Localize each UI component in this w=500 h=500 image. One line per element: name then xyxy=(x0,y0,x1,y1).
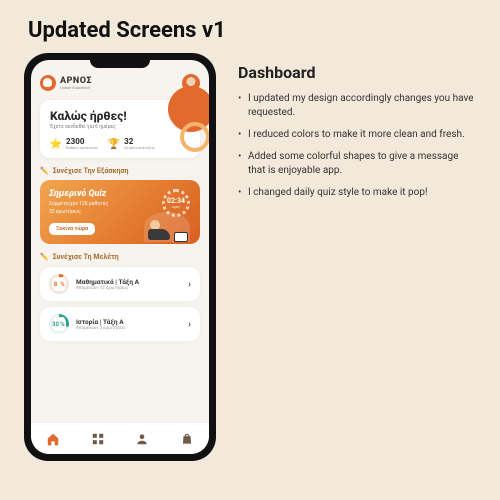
layout: ΑΡΝΟΣ Online Education Καλώς ήρθες! Έχετ… xyxy=(0,53,500,461)
screen-body: ΑΡΝΟΣ Online Education Καλώς ήρθες! Έχετ… xyxy=(31,60,209,422)
study-item-title: Μαθηματικά | Τάξη Α xyxy=(76,278,181,286)
welcome-stats: ⭐ 2300 Βαθμοί εμπειρίας 🏆 32 Σειρά κατάτ… xyxy=(50,138,190,150)
note-item: I changed daily quiz style to make it po… xyxy=(238,186,476,200)
trophy-icon: 🏆 xyxy=(108,138,120,150)
chevron-right-icon: › xyxy=(188,279,191,290)
practice-heading-label: Συνέχισε Την Εξάσκηση xyxy=(53,167,129,175)
quiz-card[interactable]: 02:34 ωρες Σημερινό Quiz Συμμετείχαν 120… xyxy=(40,180,200,244)
study-item-title: Ιστορία | Τάξη Α xyxy=(76,318,181,326)
phone-screen: ΑΡΝΟΣ Online Education Καλώς ήρθες! Έχετ… xyxy=(31,60,209,454)
stat-points-label: Βαθμοί εμπειρίας xyxy=(66,146,98,150)
stat-rank: 🏆 32 Σειρά κατάταξης xyxy=(108,138,155,150)
study-item-sub: Απομένουν 12 ερωτήσεις xyxy=(76,286,181,291)
notes-list: I updated my design accordingly changes … xyxy=(238,92,476,200)
brand: ΑΡΝΟΣ Online Education xyxy=(40,75,92,91)
note-item: Added some colorful shapes to give a mes… xyxy=(238,150,476,178)
app-header: ΑΡΝΟΣ Online Education xyxy=(40,74,200,92)
welcome-subtitle: Έχετε συνδεθεί για 6 ημέρες xyxy=(50,124,190,130)
quiz-line-1: Συμμετείχαν 120 μαθητές xyxy=(49,201,191,207)
study-item-sub: Απομένουν 5 ερωτήσεις xyxy=(76,326,181,331)
tab-bar xyxy=(31,422,209,454)
tab-profile[interactable] xyxy=(134,431,150,447)
quiz-illustration xyxy=(144,212,190,242)
tab-grid[interactable] xyxy=(90,431,106,447)
stat-points: ⭐ 2300 Βαθμοί εμπειρίας xyxy=(50,138,98,150)
star-icon: ⭐ xyxy=(50,138,62,150)
tab-bag[interactable] xyxy=(179,431,195,447)
brand-logo-icon xyxy=(40,75,56,91)
phone-frame: ΑΡΝΟΣ Online Education Καλώς ήρθες! Έχετ… xyxy=(24,53,216,461)
study-heading: ✏️ Συνέχισε Τη Μελέτη xyxy=(40,253,200,261)
study-item-math[interactable]: 8% Μαθηματικά | Τάξη Α Απομένουν 12 ερωτ… xyxy=(40,267,200,301)
tab-home[interactable] xyxy=(45,431,61,447)
chevron-right-icon: › xyxy=(188,319,191,330)
note-item: I reduced colors to make it more clean a… xyxy=(238,128,476,142)
brand-subtitle: Online Education xyxy=(60,86,92,90)
progress-ring: 30% xyxy=(49,314,69,334)
pencil-icon: ✏️ xyxy=(40,253,49,261)
decorative-ring-icon xyxy=(180,122,209,152)
study-item-history[interactable]: 30% Ιστορία | Τάξη Α Απομένουν 5 ερωτήσε… xyxy=(40,307,200,341)
practice-heading: ✏️ Συνέχισε Την Εξάσκηση xyxy=(40,167,200,175)
note-item: I updated my design accordingly changes … xyxy=(238,92,476,120)
notes-column: Dashboard I updated my design accordingl… xyxy=(238,53,476,461)
stat-rank-label: Σειρά κατάταξης xyxy=(124,146,155,150)
page-title: Updated Screens v1 xyxy=(0,0,500,53)
notes-heading: Dashboard xyxy=(238,63,476,82)
quiz-start-button[interactable]: Ξεκίνα τώρα xyxy=(49,223,95,235)
pencil-icon: ✏️ xyxy=(40,167,49,175)
study-heading-label: Συνέχισε Τη Μελέτη xyxy=(53,253,119,261)
welcome-card: Καλώς ήρθες! Έχετε συνδεθεί για 6 ημέρες… xyxy=(40,100,200,158)
progress-ring: 8% xyxy=(49,274,69,294)
